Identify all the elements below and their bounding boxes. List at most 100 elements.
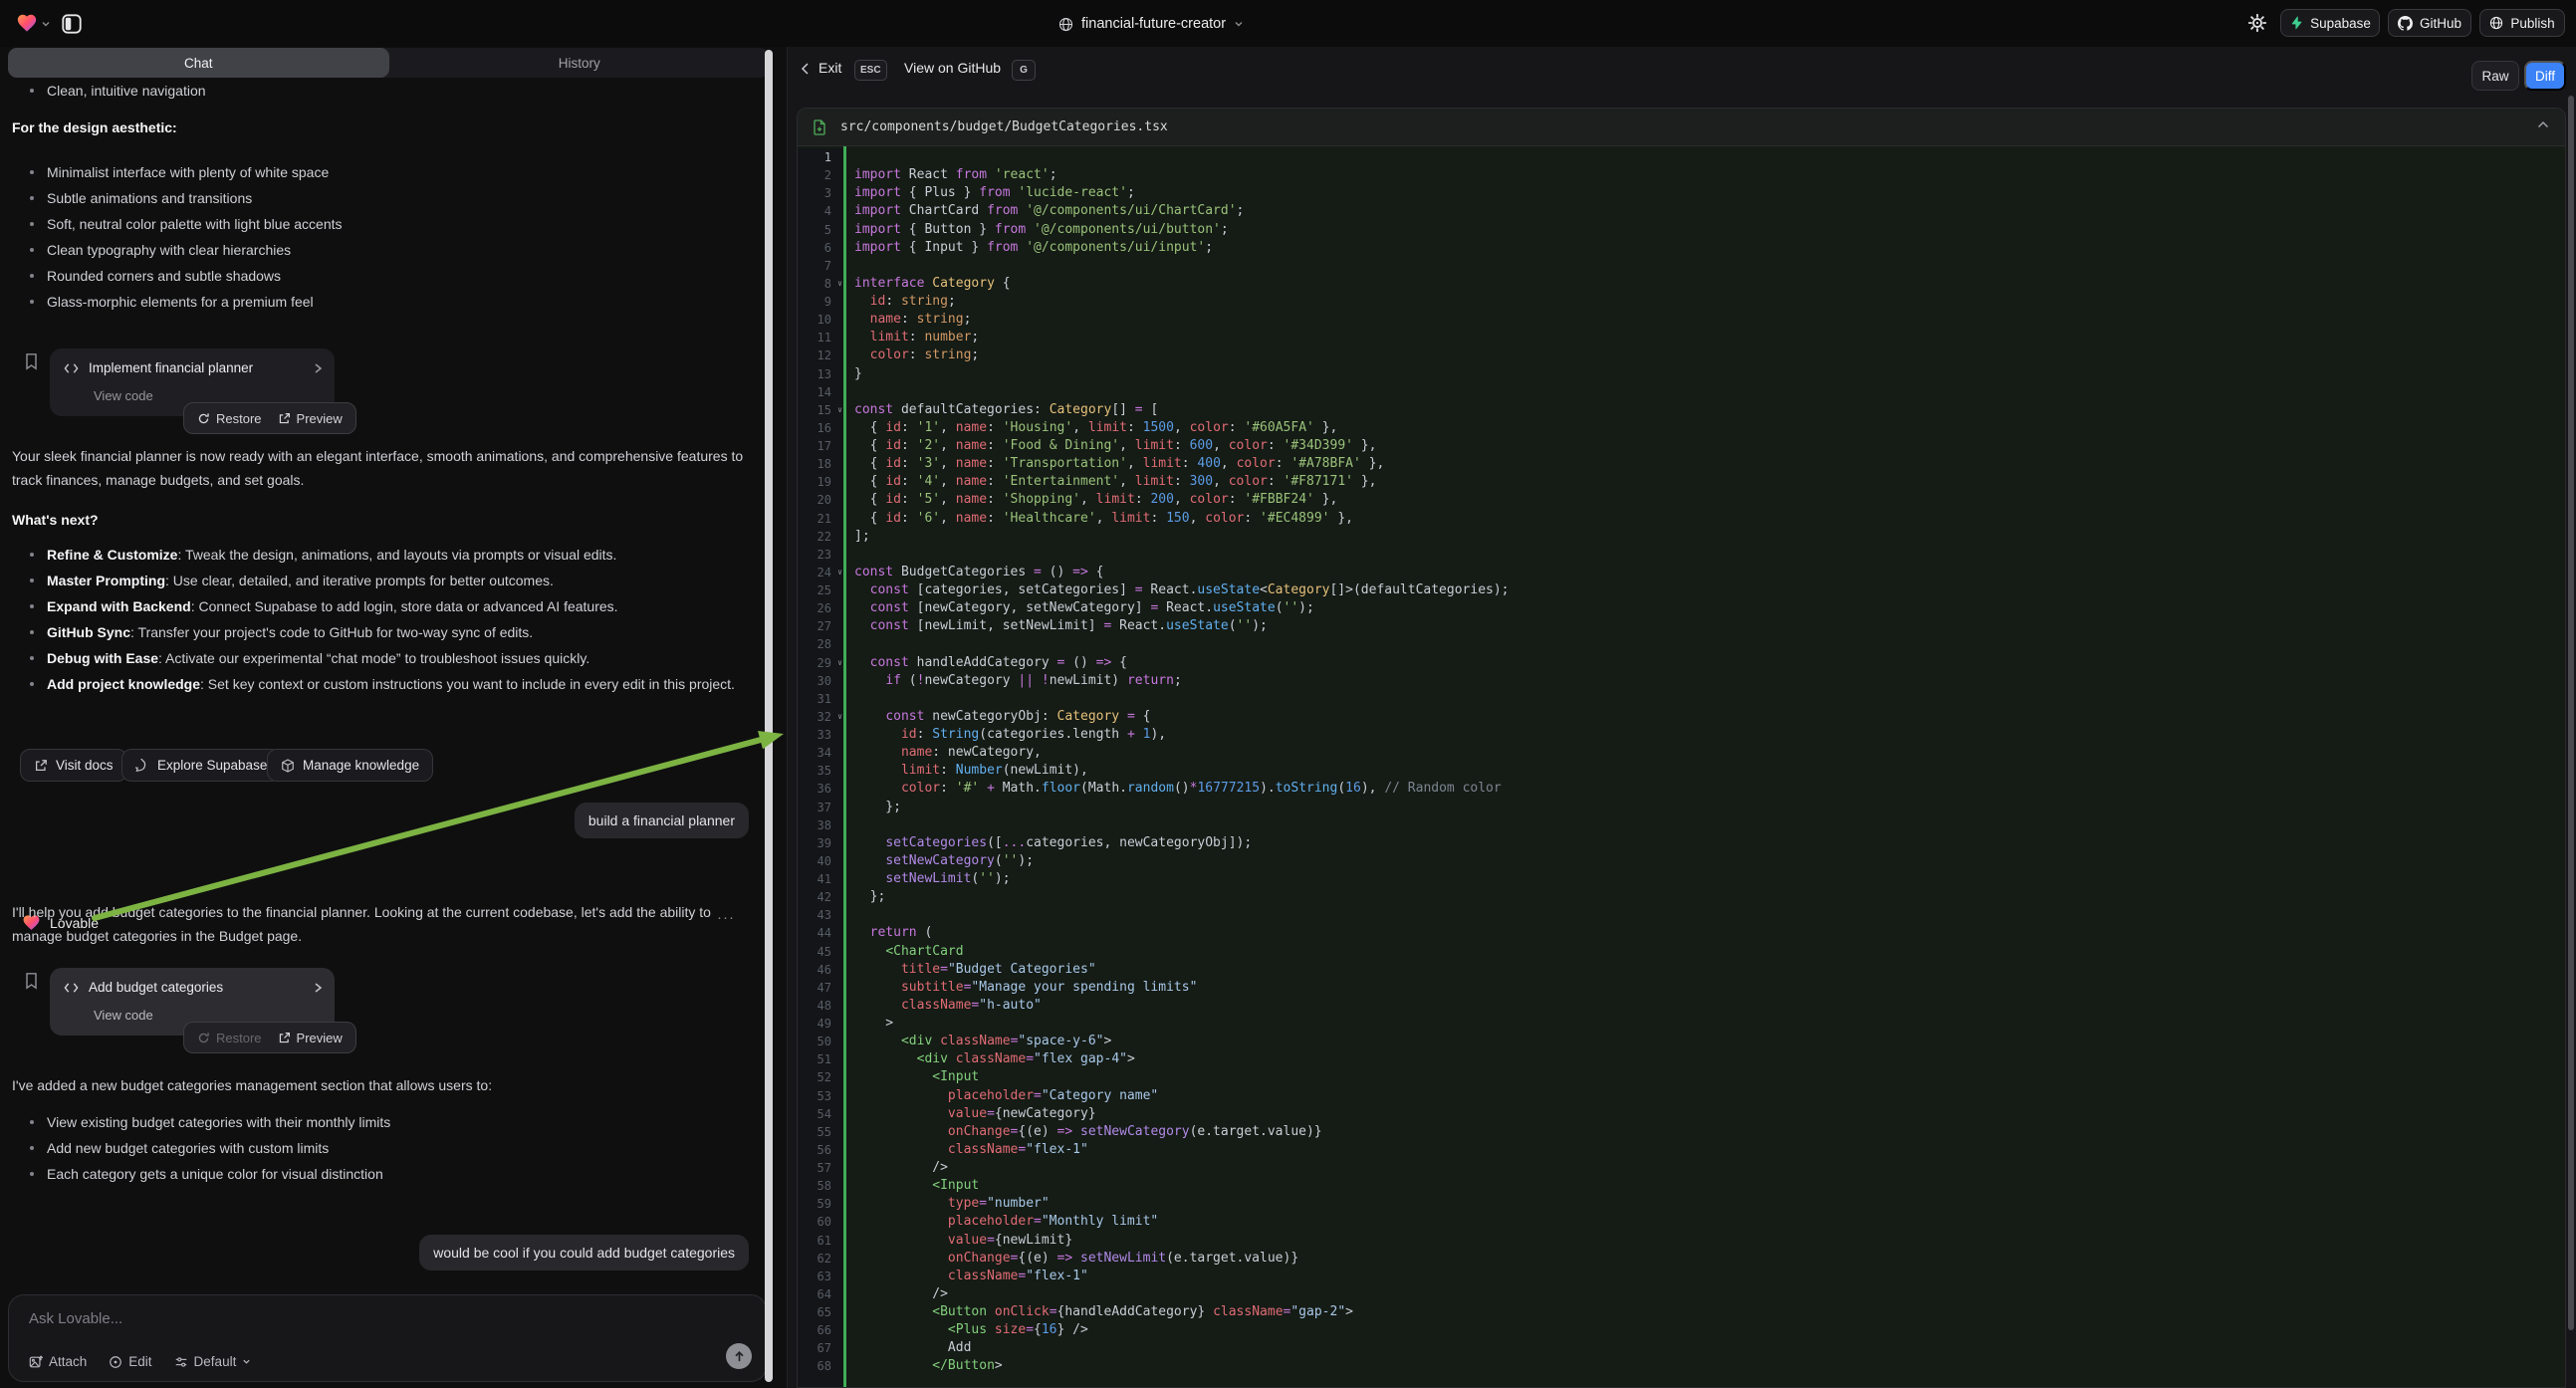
code-line: onChange={(e) => setNewCategory(e.target…: [846, 1123, 2565, 1141]
added-feature-item: Add new budget categories with custom li…: [27, 1135, 750, 1161]
logo-chevron-down-icon[interactable]: [41, 19, 51, 29]
code-line: <Plus size={16} />: [846, 1321, 2565, 1339]
added-feature-item: View existing budget categories with the…: [27, 1109, 750, 1135]
attach-button[interactable]: Attach: [29, 1354, 87, 1369]
code-line: value={newCategory}: [846, 1105, 2565, 1123]
model-selector[interactable]: Default: [174, 1354, 252, 1369]
code-view-panel: Exit ESC View on GitHub G Raw Diff src/c…: [788, 47, 2576, 1388]
external-link-icon: [278, 412, 291, 425]
fold-chevron-icon[interactable]: ∨: [837, 275, 842, 293]
explore-supabase-button[interactable]: Explore Supabase: [121, 749, 281, 782]
line-number: 34: [798, 744, 843, 762]
github-button[interactable]: GitHub: [2388, 9, 2471, 37]
raw-toggle-button[interactable]: Raw: [2471, 61, 2519, 91]
esc-key-badge: ESC: [854, 60, 887, 81]
line-number: 16: [798, 419, 843, 437]
edit-mode-button[interactable]: Edit: [109, 1354, 151, 1369]
visit-docs-button[interactable]: Visit docs: [20, 749, 127, 782]
code-icon: [64, 982, 79, 994]
line-number: 2: [798, 166, 843, 184]
line-number: 60: [798, 1213, 843, 1231]
code-line: };: [846, 799, 2565, 816]
preview-button[interactable]: Preview: [278, 411, 343, 426]
code-line: [846, 148, 2565, 166]
settings-gear-icon[interactable]: [2246, 12, 2268, 34]
supabase-bolt-icon: [2289, 16, 2303, 30]
fold-chevron-icon[interactable]: ∨: [837, 401, 842, 419]
file-header[interactable]: src/components/budget/BudgetCategories.t…: [798, 109, 2565, 146]
code-line: [846, 257, 2565, 275]
view-code-link[interactable]: View code: [94, 388, 153, 403]
chevron-left-icon: [801, 62, 810, 76]
prompt-composer[interactable]: Ask Lovable... Attach Edit Default: [8, 1294, 767, 1382]
manage-knowledge-button[interactable]: Manage knowledge: [267, 749, 433, 782]
restore-icon: [197, 412, 210, 425]
next-step-item: Debug with Ease: Activate our experiment…: [27, 645, 750, 671]
code-scrollbar[interactable]: [2568, 96, 2574, 1330]
line-number: 31: [798, 690, 843, 708]
line-number: 17: [798, 437, 843, 455]
user-message-bubble: build a financial planner: [575, 803, 749, 838]
line-number: 61: [798, 1232, 843, 1250]
code-line: import React from 'react';: [846, 166, 2565, 184]
code-line: />: [846, 1159, 2565, 1177]
fold-chevron-icon[interactable]: ∨: [837, 564, 842, 581]
line-number: 22: [798, 528, 843, 546]
line-number: 29∨: [798, 654, 843, 672]
code-line: const BudgetCategories = () => {: [846, 564, 2565, 581]
code-line: />: [846, 1285, 2565, 1303]
user-message-bubble: would be cool if you could add budget ca…: [419, 1235, 749, 1271]
code-line: const newCategoryObj: Category = {: [846, 708, 2565, 726]
code-line: };: [846, 888, 2565, 906]
list-item: Clean, intuitive navigation: [27, 78, 750, 104]
supabase-button[interactable]: Supabase: [2280, 9, 2380, 37]
globe-icon: [1058, 17, 1073, 32]
line-number: 56: [798, 1141, 843, 1159]
tab-chat[interactable]: Chat: [8, 48, 389, 78]
assistant-message: I've added a new budget categories manag…: [12, 1073, 749, 1097]
tab-history[interactable]: History: [389, 48, 771, 78]
next-step-item: Master Prompting: Use clear, detailed, a…: [27, 568, 750, 593]
line-number: 51: [798, 1050, 843, 1068]
code-line: { id: '6', name: 'Healthcare', limit: 15…: [846, 510, 2565, 528]
code-line: <div className="flex gap-4">: [846, 1050, 2565, 1068]
code-line: [846, 383, 2565, 401]
send-button[interactable]: [726, 1343, 752, 1369]
lovable-logo-icon[interactable]: [16, 12, 38, 34]
composer-placeholder[interactable]: Ask Lovable...: [29, 1310, 122, 1327]
sidebar-toggle-icon[interactable]: [58, 10, 85, 37]
line-number: 57: [798, 1159, 843, 1177]
bookmark-icon[interactable]: [24, 972, 39, 990]
publish-button[interactable]: Publish: [2479, 9, 2565, 37]
line-number: 36: [798, 780, 843, 798]
view-code-link[interactable]: View code: [94, 1008, 153, 1023]
collapse-chevron-up-icon[interactable]: [2537, 120, 2549, 128]
line-number: 39: [798, 834, 843, 852]
design-bullet: Glass-morphic elements for a premium fee…: [27, 289, 750, 315]
line-number: 18: [798, 455, 843, 473]
view-on-github-button[interactable]: View on GitHub: [904, 60, 1001, 76]
fold-chevron-icon[interactable]: ∨: [837, 708, 842, 726]
code-lines: import React from 'react';import { Plus …: [846, 148, 2565, 1387]
project-switcher[interactable]: financial-future-creator: [1058, 12, 1244, 36]
line-number: 27: [798, 617, 843, 635]
diff-toggle-button[interactable]: Diff: [2524, 61, 2566, 91]
restore-button[interactable]: Restore: [197, 1031, 262, 1045]
chat-scrollbar[interactable]: [765, 50, 773, 1382]
bookmark-icon[interactable]: [24, 352, 39, 370]
line-number: 54: [798, 1105, 843, 1123]
code-line: className="flex-1": [846, 1141, 2565, 1159]
code-line: setNewLimit('');: [846, 870, 2565, 888]
exit-button[interactable]: Exit: [819, 60, 841, 76]
code-line: color: string;: [846, 347, 2565, 364]
restore-button[interactable]: Restore: [197, 411, 262, 426]
design-bullet: Clean typography with clear hierarchies: [27, 237, 750, 263]
fold-chevron-icon[interactable]: ∨: [837, 654, 842, 672]
code-editor[interactable]: 12345678∨9101112131415∨16171819202122232…: [798, 146, 2565, 1387]
code-line: limit: Number(newLimit),: [846, 762, 2565, 780]
code-line: { id: '5', name: 'Shopping', limit: 200,…: [846, 491, 2565, 509]
code-line: <ChartCard: [846, 943, 2565, 961]
preview-button[interactable]: Preview: [278, 1031, 343, 1045]
file-added-icon: [813, 119, 826, 135]
code-line: [846, 816, 2565, 834]
